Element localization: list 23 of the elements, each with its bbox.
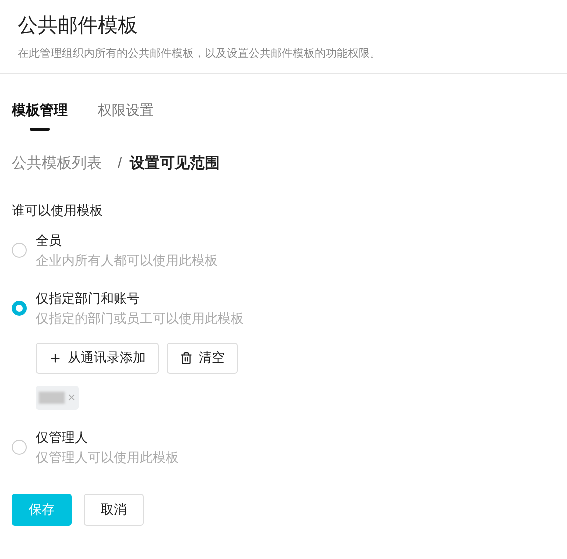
page-description: 在此管理组织内所有的公共邮件模板，以及设置公共邮件模板的功能权限。 [18, 47, 382, 62]
add-button[interactable]: 从通讯录添加 [36, 342, 159, 374]
clear-button[interactable]: 清空 [167, 342, 238, 374]
option-title: 仅管理人 [36, 428, 89, 446]
option-description: 仅指定的部门或员工可以使用此模板 [36, 310, 244, 328]
radio-button[interactable] [12, 440, 27, 455]
blurred-name-icon [39, 392, 65, 404]
breadcrumb-current: 设置可见范围 [130, 154, 220, 174]
tab[interactable]: 权限设置 [98, 100, 154, 130]
cancel-button[interactable]: 取消 [84, 494, 144, 526]
option-title: 仅指定部门和账号 [36, 290, 141, 308]
section-label: 谁可以使用模板 [11, 202, 104, 220]
tab[interactable]: 模板管理 [12, 100, 68, 130]
trash-icon [180, 352, 193, 364]
breadcrumb-link[interactable]: 公共模板列表 [12, 152, 102, 175]
radio-button[interactable] [12, 243, 27, 258]
breadcrumb-separator: / [118, 154, 122, 174]
option-description: 企业内所有人都可以使用此模板 [36, 252, 218, 270]
option-title: 全员 [36, 232, 63, 250]
option-description: 仅管理人可以使用此模板 [36, 448, 179, 466]
plus-icon [49, 352, 62, 364]
page-title: 公共邮件模板 [18, 14, 139, 39]
radio-button[interactable] [12, 301, 27, 316]
